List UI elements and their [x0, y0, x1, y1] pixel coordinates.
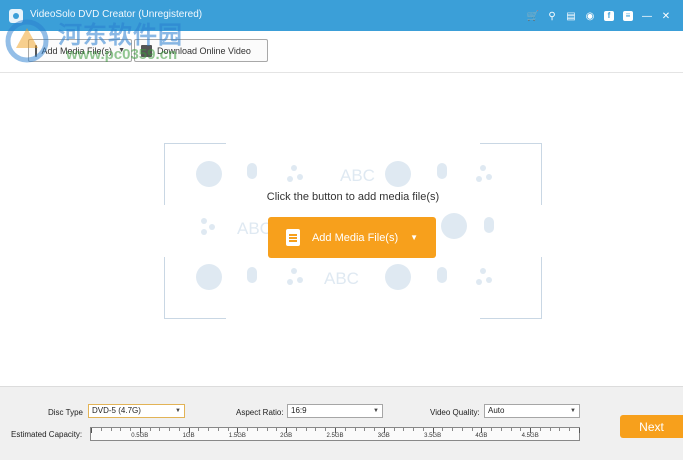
- close-icon[interactable]: ✕: [657, 7, 675, 25]
- add-media-file-main-label: Add Media File(s): [311, 231, 399, 244]
- capacity-minor-tick: [198, 428, 200, 431]
- settings-panel: Disc Type DVD-5 (4.7G) ▼ Aspect Ratio: 1…: [0, 386, 683, 460]
- add-file-icon: [285, 229, 300, 246]
- aspect-ratio-label: Aspect Ratio:: [236, 408, 284, 417]
- disc-type-value: DVD-5 (4.7G): [92, 406, 141, 415]
- capacity-minor-tick: [149, 428, 151, 431]
- capacity-minor-tick: [510, 428, 512, 431]
- app-window: VideoSolo DVD Creator (Unregistered) 🛒 ⚲…: [0, 0, 683, 460]
- capacity-minor-tick: [217, 428, 219, 431]
- capacity-minor-tick: [422, 428, 424, 431]
- capacity-tick-label: 0.5GB: [131, 433, 149, 439]
- capacity-tick-label: 2GB: [280, 433, 293, 439]
- capacity-minor-tick: [159, 428, 161, 431]
- capacity-minor-tick: [227, 428, 229, 431]
- aspect-ratio-select[interactable]: 16:9 ▼: [287, 404, 383, 418]
- capacity-tick-label: 3GB: [377, 433, 390, 439]
- disc-type-label: Disc Type: [48, 408, 83, 417]
- main-area: ABC ABC ABC Click the button to add medi…: [0, 74, 683, 386]
- capacity-minor-tick: [295, 428, 297, 431]
- capacity-minor-tick: [364, 428, 366, 431]
- register-icon[interactable]: ▤: [562, 7, 580, 25]
- capacity-minor-tick: [461, 428, 463, 431]
- capacity-minor-tick: [491, 428, 493, 431]
- capacity-minor-tick: [569, 428, 571, 431]
- capacity-tick-label: 1.5GB: [228, 433, 246, 439]
- capacity-tick-label: 2.5GB: [326, 433, 344, 439]
- capacity-tick-label: 3.5GB: [424, 433, 442, 439]
- capacity-tick-label: 4GB: [475, 433, 488, 439]
- key-icon[interactable]: ⚲: [543, 7, 561, 25]
- capacity-minor-tick: [500, 428, 502, 431]
- capacity-minor-tick: [403, 428, 405, 431]
- capacity-minor-tick: [276, 428, 278, 431]
- pattern-text: ABC: [237, 219, 272, 238]
- add-media-file-main-button[interactable]: Add Media File(s) ▼: [268, 217, 436, 258]
- video-quality-select[interactable]: Auto ▼: [484, 404, 580, 418]
- capacity-minor-tick: [130, 428, 132, 431]
- capacity-minor-tick: [549, 428, 551, 431]
- capacity-minor-tick: [208, 428, 210, 431]
- capacity-minor-tick: [354, 428, 356, 431]
- drop-zone[interactable]: ABC ABC ABC Click the button to add medi…: [164, 143, 542, 319]
- capacity-minor-tick: [169, 428, 171, 431]
- titlebar-icons: 🛒 ⚲ ▤ ◉ f ≡ — ✕: [523, 7, 675, 25]
- capacity-tick-label: 1GB: [182, 433, 195, 439]
- video-quality-value: Auto: [488, 406, 505, 415]
- watermark-logo-icon: [5, 19, 49, 63]
- aspect-ratio-value: 16:9: [291, 406, 307, 415]
- menu-icon[interactable]: ≡: [619, 7, 637, 25]
- capacity-minor-tick: [178, 428, 180, 431]
- chevron-down-icon: ▼: [373, 408, 379, 414]
- capacity-minor-tick: [110, 428, 112, 431]
- dropzone-hint: Click the button to add media file(s): [266, 191, 440, 203]
- dropzone-corner: [480, 257, 542, 319]
- capacity-minor-tick: [266, 428, 268, 431]
- feedback-icon[interactable]: ◉: [581, 7, 599, 25]
- dropzone-corner: [164, 257, 226, 319]
- cart-icon[interactable]: 🛒: [524, 7, 542, 25]
- capacity-bar: 0.5GB 1GB 1.5GB 2GB 2.5GB 3GB 3.5GB 4GB 4.5GB: [90, 427, 580, 441]
- capacity-minor-tick: [559, 428, 561, 431]
- capacity-minor-tick: [413, 428, 415, 431]
- pattern-text: ABC: [324, 269, 359, 288]
- capacity-minor-tick: [100, 428, 102, 431]
- capacity-minor-tick: [344, 428, 346, 431]
- capacity-minor-tick: [520, 428, 522, 431]
- minimize-icon[interactable]: —: [638, 7, 656, 25]
- watermark-url: www.pc0359.cn: [66, 46, 178, 63]
- capacity-minor-tick: [374, 428, 376, 431]
- capacity-minor-tick: [393, 428, 395, 431]
- capacity-minor-tick: [315, 428, 317, 431]
- disc-type-select[interactable]: DVD-5 (4.7G) ▼: [88, 404, 185, 418]
- next-button[interactable]: Next: [620, 415, 683, 438]
- capacity-minor-tick: [539, 428, 541, 431]
- chevron-down-icon: ▼: [175, 408, 181, 414]
- video-quality-label: Video Quality:: [430, 408, 480, 417]
- facebook-icon[interactable]: f: [600, 7, 618, 25]
- capacity-major-tick: [579, 428, 580, 433]
- chevron-down-icon: ▼: [410, 233, 419, 242]
- capacity-major-tick: [91, 428, 92, 433]
- watermark-text: 河东软件园: [58, 22, 183, 49]
- capacity-minor-tick: [452, 428, 454, 431]
- estimated-capacity-label: Estimated Capacity:: [11, 430, 83, 439]
- capacity-minor-tick: [325, 428, 327, 431]
- capacity-minor-tick: [247, 428, 249, 431]
- pattern-text: ABC: [340, 166, 375, 185]
- capacity-minor-tick: [120, 428, 122, 431]
- capacity-minor-tick: [305, 428, 307, 431]
- chevron-down-icon: ▼: [570, 408, 576, 414]
- capacity-minor-tick: [471, 428, 473, 431]
- capacity-tick-label: 4.5GB: [521, 433, 539, 439]
- capacity-minor-tick: [256, 428, 258, 431]
- capacity-minor-tick: [442, 428, 444, 431]
